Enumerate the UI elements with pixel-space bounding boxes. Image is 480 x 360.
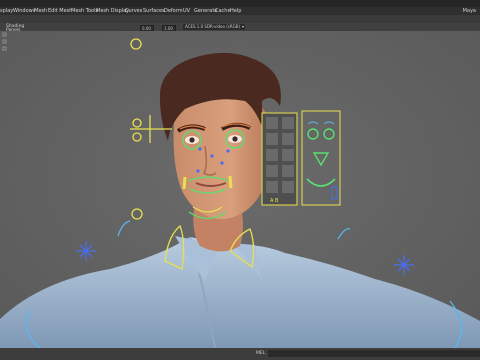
- gui-tile: [282, 165, 294, 177]
- gui-tile: [282, 133, 294, 145]
- window-title-strip: [0, 0, 480, 7]
- rig-mouth-corner-right: [228, 175, 233, 189]
- rig-mouth-corner-left: [182, 176, 187, 190]
- color-space-label: ACES 1.0 SDR-video (sRGB): [185, 24, 241, 29]
- app-brand-label: Maya: [462, 8, 476, 14]
- mel-label[interactable]: MEL: [256, 351, 265, 356]
- rig-point-3: [220, 161, 224, 165]
- menu-curves[interactable]: Curves: [125, 7, 142, 15]
- gui-tile: [282, 149, 294, 161]
- maya-window: splay Windows Mesh Edit Mesh Mesh Tools …: [0, 0, 480, 360]
- rig-point-4: [196, 169, 200, 173]
- gui-tile: [266, 133, 278, 145]
- command-input[interactable]: [268, 350, 480, 357]
- gui-tile: [266, 181, 278, 193]
- rig-point-1: [198, 147, 202, 151]
- rig-point-5: [226, 149, 230, 153]
- menu-uv[interactable]: UV: [183, 7, 190, 15]
- menu-deform[interactable]: Deform: [164, 7, 183, 15]
- menu-surfaces[interactable]: Surfaces: [143, 7, 165, 15]
- menu-cache[interactable]: Cache: [215, 7, 231, 15]
- command-line-bar: MEL: [0, 348, 480, 360]
- menu-windows[interactable]: Windows: [13, 7, 35, 15]
- chevron-down-icon: ▾: [241, 24, 244, 29]
- menu-generate[interactable]: Generate: [194, 7, 217, 15]
- gui-tile: [266, 117, 278, 129]
- color-space-dropdown[interactable]: ACES 1.0 SDR-video (sRGB) ▾: [183, 24, 245, 30]
- main-menu-bar: splay Windows Mesh Edit Mesh Mesh Tools …: [0, 7, 480, 15]
- menu-display[interactable]: splay: [0, 7, 13, 15]
- gui-tile: [266, 165, 278, 177]
- left-iris: [189, 137, 195, 143]
- status-toolbar: [0, 15, 480, 23]
- gui-tile: [282, 117, 294, 129]
- rig-point-2: [210, 154, 214, 158]
- gui-tiles-label: A B: [270, 198, 279, 204]
- 3d-viewport[interactable]: A B: [0, 31, 480, 348]
- menu-edit-mesh[interactable]: Edit Mesh: [48, 7, 72, 15]
- right-iris: [232, 136, 238, 142]
- gui-tile: [282, 181, 294, 193]
- menu-mesh[interactable]: Mesh: [34, 7, 47, 15]
- gui-tile: [266, 149, 278, 161]
- menu-mesh-tools[interactable]: Mesh Tools: [71, 7, 98, 15]
- viewport-scene: A B: [0, 31, 480, 348]
- menu-help[interactable]: Help: [230, 7, 241, 15]
